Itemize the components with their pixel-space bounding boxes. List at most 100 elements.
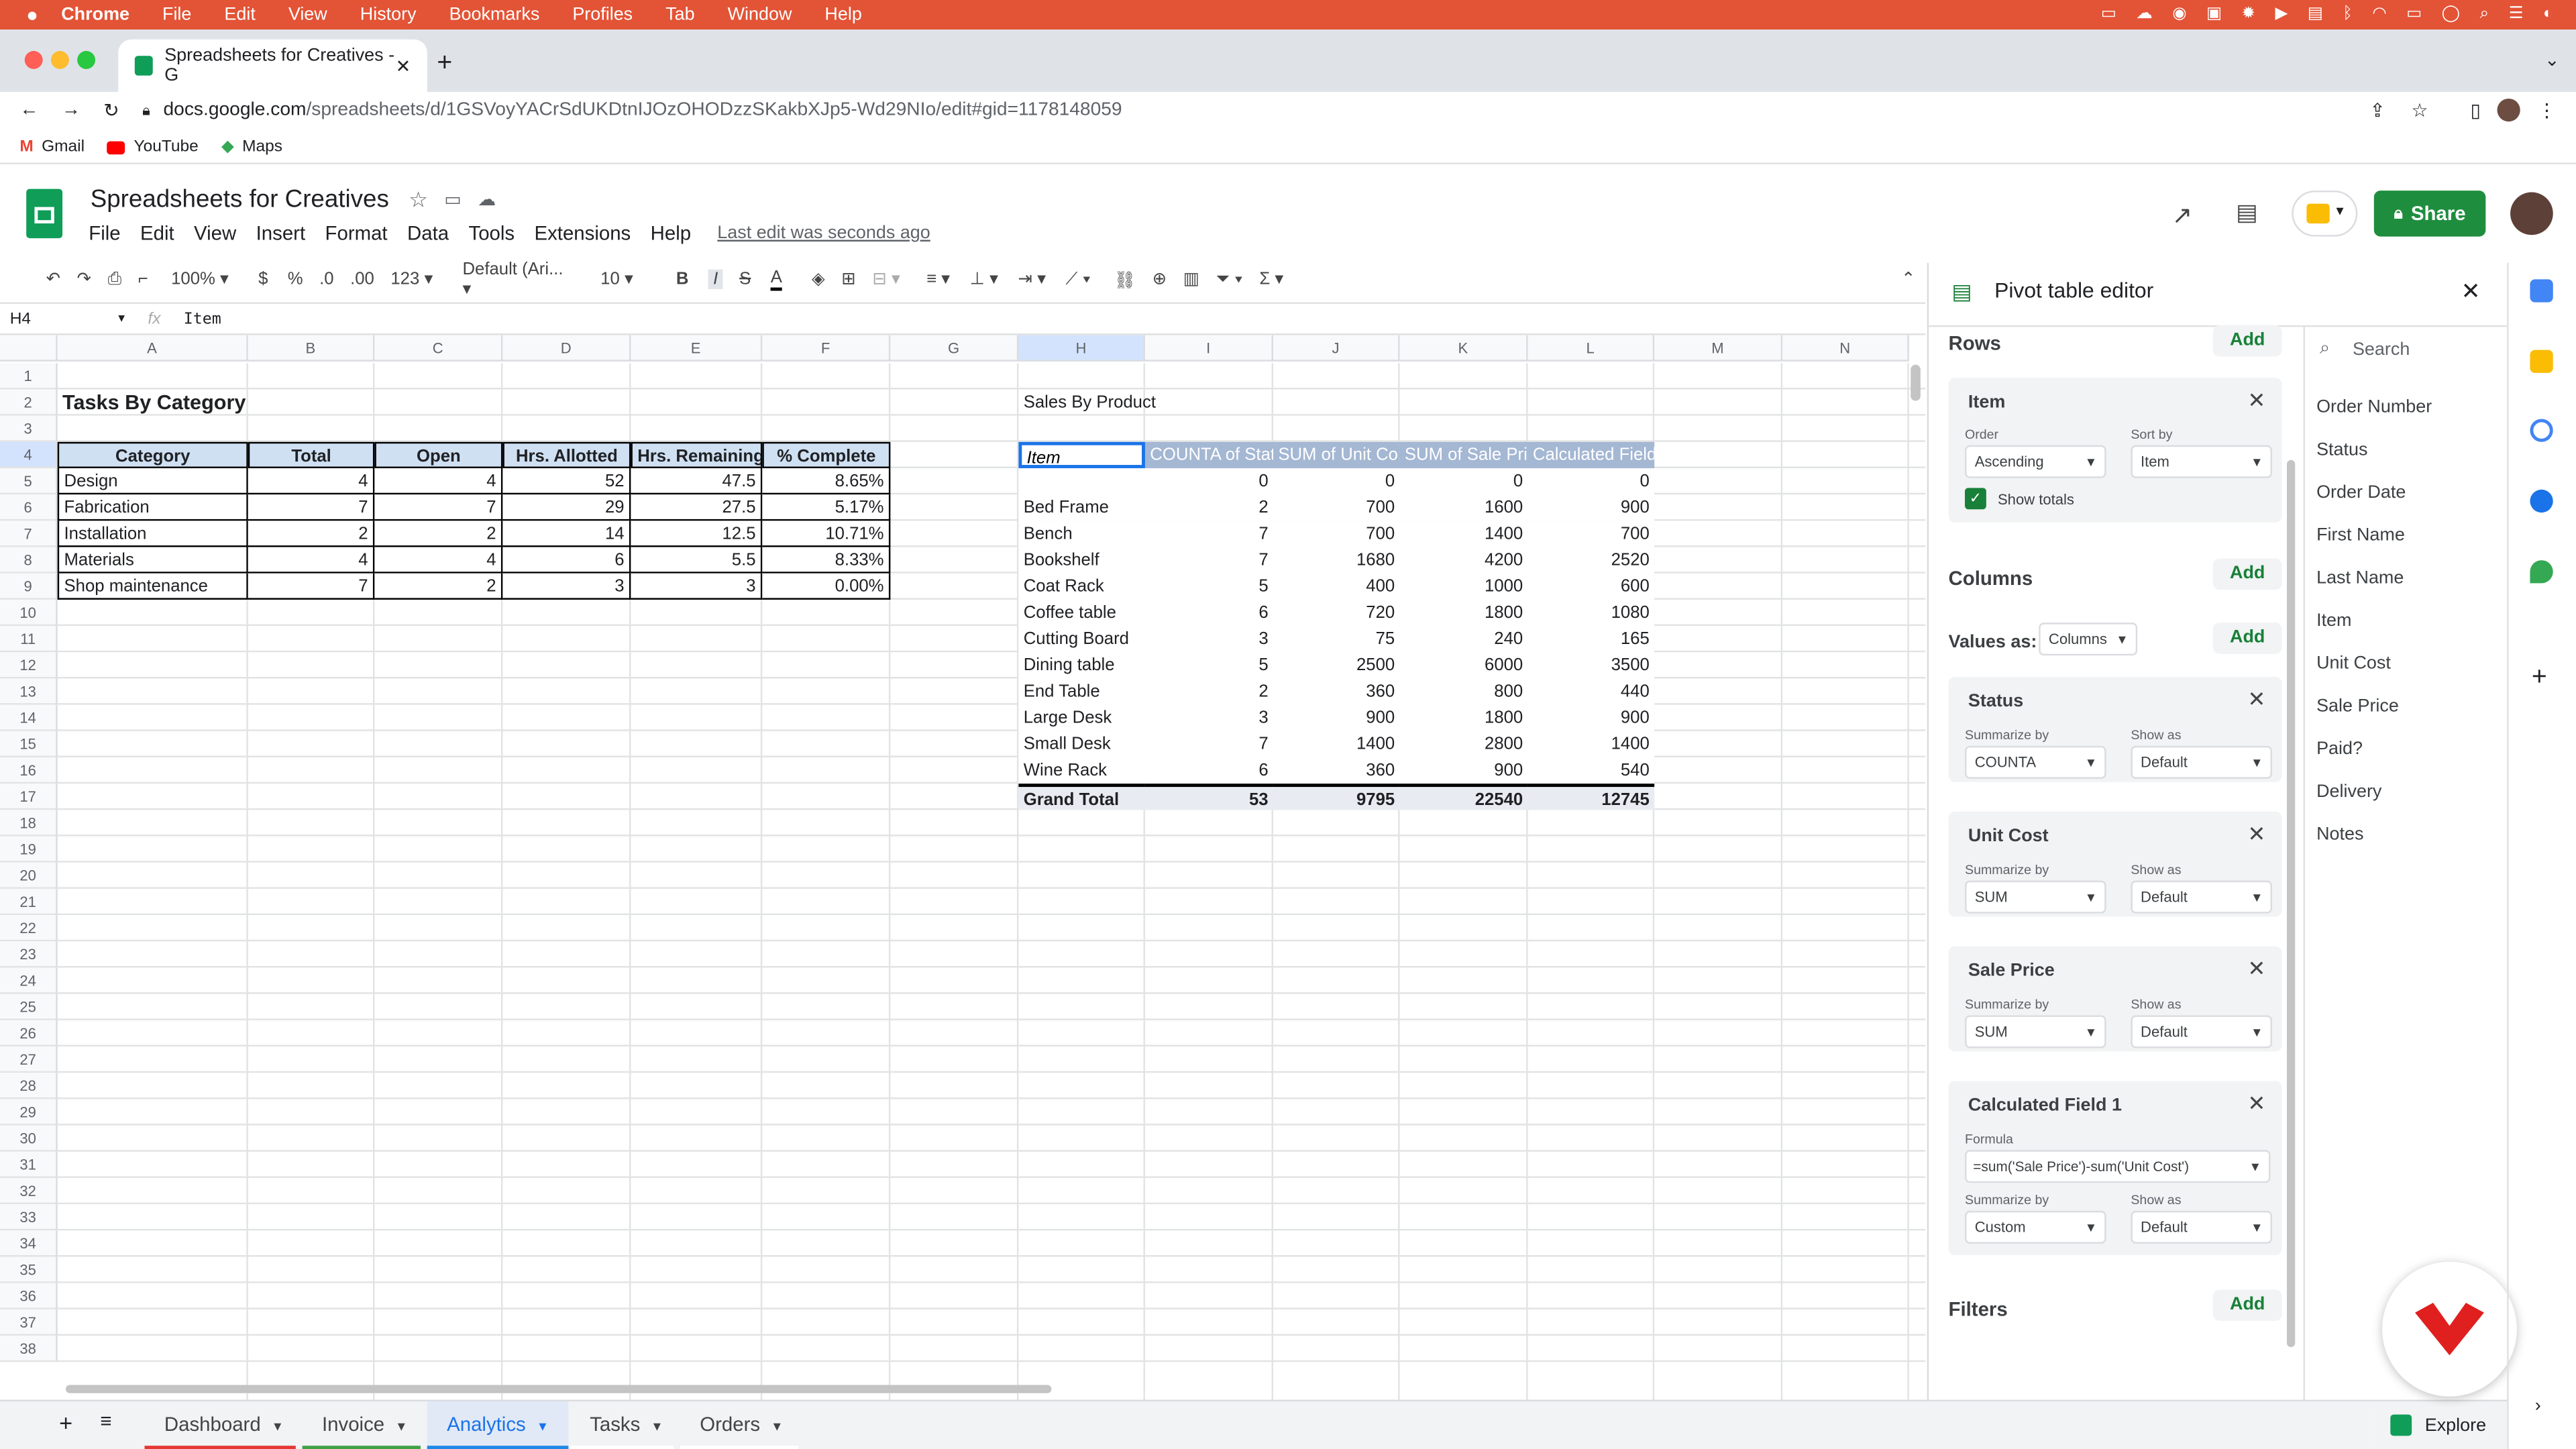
field-item[interactable]: Last Name [2316, 568, 2404, 588]
new-tab-icon[interactable]: + [437, 49, 452, 78]
trend-icon[interactable]: ↗ [2172, 201, 2193, 230]
column-header-e[interactable]: E [631, 335, 763, 362]
menubar-app-name[interactable]: Chrome [61, 5, 129, 24]
add-value-button[interactable]: Add [2212, 623, 2282, 654]
values-as-select[interactable]: Columns [2039, 623, 2138, 656]
show-as-select[interactable]: Default [2131, 745, 2272, 779]
table-header-cell[interactable]: Hrs. Remaining [631, 441, 763, 468]
field-item[interactable]: Paid? [2316, 739, 2363, 759]
pivot-cell[interactable]: 400 [1273, 573, 1400, 600]
move-folder-icon[interactable]: ▭ [444, 189, 461, 210]
more-formats-select[interactable]: 123 ▾ [390, 270, 433, 289]
row-header-25[interactable]: 25 [0, 994, 58, 1020]
menubar-tab[interactable]: Tab [665, 5, 694, 24]
siri-icon[interactable]: ◐ [2543, 5, 2553, 23]
bookmark-star-icon[interactable]: ☆ [2411, 99, 2428, 121]
sheet-grid[interactable]: A B C D E F G H I J K L M N 1 2 3 4 5 6 7 8 9 10 11 12 13 14 15 16 17 1… [0, 335, 1926, 1400]
pivot-total-cell[interactable]: 53 [1144, 784, 1273, 810]
menu-extensions[interactable]: Extensions [534, 222, 631, 245]
table-cell[interactable]: Installation [57, 521, 248, 547]
pivot-cell[interactable]: Wine Rack [1018, 757, 1145, 784]
functions-icon[interactable]: Σ ▾ [1259, 270, 1283, 289]
pivot-cell[interactable]: 800 [1399, 678, 1528, 705]
calendar-icon[interactable] [2530, 279, 2553, 303]
redo-icon[interactable]: ↷ [77, 270, 92, 289]
table-cell[interactable]: 5.17% [762, 494, 891, 521]
field-search-input[interactable]: Search [2353, 340, 2410, 360]
table-header-cell[interactable]: Open [374, 441, 503, 468]
table-cell[interactable]: 8.65% [762, 468, 891, 495]
insert-chart-icon[interactable]: ▥ [1183, 270, 1199, 289]
column-header-c[interactable]: C [374, 335, 503, 362]
add-row-button[interactable]: Add [2212, 325, 2282, 357]
pivot-cell[interactable]: 360 [1273, 757, 1400, 784]
menubar-profiles[interactable]: Profiles [572, 5, 633, 24]
table-cell[interactable]: 3 [631, 573, 763, 600]
font-size-select[interactable]: 10 ▾ [600, 270, 649, 289]
row-header-30[interactable]: 30 [0, 1125, 58, 1152]
pivot-cell[interactable]: 900 [1399, 757, 1528, 784]
pivot-cell[interactable]: End Table [1018, 678, 1145, 705]
pivot-cell[interactable]: 900 [1527, 704, 1655, 731]
menubar-edit[interactable]: Edit [224, 5, 255, 24]
s-icon[interactable]: ▤ [2308, 5, 2323, 23]
table-header-cell[interactable]: Total [248, 441, 375, 468]
pivot-total-cell[interactable]: 9795 [1273, 784, 1400, 810]
comments-icon[interactable]: ▤ [2236, 199, 2257, 227]
row-header-24[interactable]: 24 [0, 967, 58, 994]
column-header-h[interactable]: H [1018, 335, 1145, 362]
field-item[interactable]: Item [2316, 611, 2351, 631]
cloud-icon[interactable]: ☁ [2136, 5, 2152, 23]
pivot-total-cell[interactable]: Grand Total [1018, 784, 1145, 810]
menubar-history[interactable]: History [360, 5, 417, 24]
pivot-title[interactable]: Sales By Product [1018, 389, 1265, 415]
chevron-down-icon[interactable]: ▾ [539, 1417, 546, 1434]
table-cell[interactable]: 7 [248, 494, 375, 521]
pivot-cell[interactable]: 1400 [1527, 731, 1655, 757]
insert-link-icon[interactable]: ⛓ [1114, 268, 1136, 290]
row-header-37[interactable]: 37 [0, 1309, 58, 1336]
pivot-cell[interactable]: 0 [1144, 468, 1273, 495]
apple-icon[interactable]: ● [26, 3, 38, 26]
minimize-window-icon[interactable] [50, 50, 69, 69]
pivot-cell[interactable]: Small Desk [1018, 731, 1145, 757]
sheet-tab-orders[interactable]: Orders ▾ [680, 1401, 799, 1449]
row-header-35[interactable]: 35 [0, 1256, 58, 1283]
explore-button[interactable]: Explore [2373, 1399, 2508, 1449]
pivot-header-cell[interactable]: COUNTA of Stat [1144, 441, 1273, 468]
pivot-cell[interactable]: 2 [1144, 678, 1273, 705]
pivot-cell[interactable]: Large Desk [1018, 704, 1145, 731]
table-cell[interactable]: 7 [374, 494, 503, 521]
sheet-tab-analytics[interactable]: Analytics ▾ [427, 1401, 569, 1449]
row-header-34[interactable]: 34 [0, 1230, 58, 1257]
pivot-cell[interactable]: 900 [1273, 704, 1400, 731]
menubar-help[interactable]: Help [824, 5, 861, 24]
text-wrap-icon[interactable]: ⇥ ▾ [1018, 270, 1046, 289]
pivot-cell[interactable]: 75 [1273, 626, 1400, 653]
currency-format-button[interactable]: $ [258, 270, 268, 289]
italic-icon[interactable]: I [708, 269, 723, 290]
row-header-20[interactable]: 20 [0, 862, 58, 889]
close-window-icon[interactable] [24, 50, 43, 69]
table-cell[interactable]: 4 [374, 468, 503, 495]
print-icon[interactable]: ⎙ [108, 268, 122, 290]
table-cell[interactable]: 4 [248, 468, 375, 495]
pivot-cell[interactable]: 5 [1144, 573, 1273, 600]
row-header-38[interactable]: 38 [0, 1336, 58, 1362]
table-cell[interactable]: 12.5 [631, 521, 763, 547]
wifi-icon[interactable]: ◠ [2372, 5, 2386, 23]
field-item[interactable]: Sale Price [2316, 696, 2399, 716]
table-cell[interactable]: 10.71% [762, 521, 891, 547]
table-cell[interactable]: 2 [374, 573, 503, 600]
field-item[interactable]: Delivery [2316, 782, 2381, 802]
pivot-cell[interactable]: 2520 [1527, 547, 1655, 574]
formula-input[interactable]: Item [184, 310, 221, 328]
column-header-m[interactable]: M [1654, 335, 1783, 362]
zoom-window-icon[interactable] [77, 50, 96, 69]
pivot-cell[interactable]: 0 [1399, 468, 1528, 495]
column-header-j[interactable]: J [1273, 335, 1400, 362]
column-header-f[interactable]: F [762, 335, 891, 362]
table-cell[interactable]: Design [57, 468, 248, 495]
row-header-26[interactable]: 26 [0, 1020, 58, 1047]
panel-scrollbar[interactable] [2287, 460, 2296, 1348]
